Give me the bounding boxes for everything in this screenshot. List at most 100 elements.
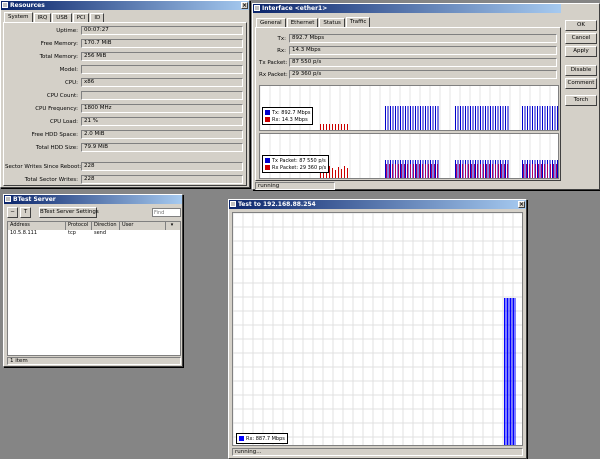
legend-item-rx: Rx: 887.7 Mbps (239, 435, 285, 442)
tx-bar (457, 106, 459, 130)
test-window[interactable]: Test to 192.168.88.254 × Rx: 887.7 Mbps … (228, 199, 527, 459)
cancel-button[interactable]: Cancel (565, 33, 597, 44)
legend-swatch (265, 117, 270, 122)
traffic-value: 892.7 Mbps (289, 34, 557, 43)
find-input[interactable] (152, 208, 181, 217)
column-protocol[interactable]: Protocol (66, 222, 92, 230)
legend-label: Tx: 892.7 Mbps (272, 109, 311, 116)
resources-title: Resources (10, 2, 45, 9)
tx-bar (529, 106, 531, 130)
traffic-row: Rx: 14.3 Mbps (259, 46, 557, 55)
tab-traffic[interactable]: Traffic (345, 17, 371, 27)
legend-swatch (265, 158, 270, 163)
column-direction[interactable]: Direction (92, 222, 120, 230)
tab-pci[interactable]: PCI (72, 13, 90, 22)
apply-button[interactable]: Apply (565, 46, 597, 57)
rx-bar (498, 164, 499, 178)
btest-title-bar[interactable]: BTest Server (4, 195, 182, 204)
comment-button[interactable]: Comment (565, 78, 597, 89)
btest-server-window[interactable]: BTest Server − T BTest Server Settings A… (3, 194, 183, 367)
rx-bar (338, 124, 339, 130)
tx-bar (430, 106, 431, 130)
column-user[interactable]: User (120, 222, 166, 230)
legend-label: Tx Packet: 87 550 p/s (272, 157, 326, 164)
tx-bar (524, 160, 526, 178)
torch-button[interactable]: Torch (565, 95, 597, 106)
test-title-bar[interactable]: Test to 192.168.88.254 × (229, 200, 526, 209)
tx-bar (402, 160, 404, 178)
disable-button[interactable]: Disable (565, 65, 597, 76)
resource-label: CPU Count: (46, 92, 78, 99)
window-icon (2, 2, 8, 8)
tx-bar (412, 106, 414, 130)
interface-window[interactable]: Interface <ether1> General Ethernet Stat… (252, 3, 600, 190)
traffic-graph-bits: Tx: 892.7 Mbps Rx: 14.3 Mbps (259, 85, 559, 131)
tx-bar (532, 106, 533, 130)
tab-general[interactable]: General (256, 18, 286, 27)
legend-item-rx-packet: Rx Packet: 29 360 p/s (265, 164, 326, 171)
resource-label: Free Memory: (40, 40, 78, 47)
tab-id[interactable]: ID (90, 13, 105, 22)
btest-title: BTest Server (13, 196, 56, 203)
rx-bar (347, 168, 348, 178)
rx-bar (471, 164, 472, 178)
filter-icon[interactable]: T (20, 207, 31, 218)
column-address[interactable]: Address (8, 222, 66, 230)
tx-bar (435, 106, 436, 130)
rx-bar (404, 164, 405, 178)
tx-bar (467, 106, 469, 130)
remove-button[interactable]: − (7, 207, 18, 218)
resource-label: Total Sector Writes: (24, 176, 78, 183)
tx-bar (472, 106, 474, 130)
tab-ethernet[interactable]: Ethernet (286, 18, 319, 27)
rx-bar (395, 164, 396, 178)
tx-bar (417, 160, 419, 178)
column-menu-icon[interactable]: ▾ (166, 222, 178, 230)
table-row[interactable]: 10.5.8.111 tcp send (8, 230, 180, 237)
rx-bar (347, 124, 348, 130)
tx-bar (485, 160, 486, 178)
resource-row: Total Sector Writes: 228 (5, 175, 243, 184)
rx-bar (495, 164, 496, 178)
interface-title-bar[interactable]: Interface <ether1> (253, 4, 561, 13)
resource-value: 228 (81, 175, 243, 184)
tx-bar (500, 106, 501, 130)
tx-bar (432, 106, 434, 130)
rx-bar (474, 164, 475, 178)
rx-bar (556, 164, 557, 178)
tx-bar (435, 160, 436, 178)
resources-window[interactable]: Resources × System IRQ USB PCI ID Uptime… (0, 0, 250, 188)
tx-bar (492, 106, 494, 130)
tx-bar (455, 160, 456, 178)
legend-swatch (265, 165, 270, 170)
rx-bar (468, 164, 469, 178)
tx-bar (427, 106, 429, 130)
resource-value (81, 91, 243, 100)
legend-label: Rx: 887.7 Mbps (246, 435, 285, 442)
close-icon[interactable]: × (518, 201, 525, 208)
tx-bar (549, 106, 551, 130)
resource-row: Sector Writes Since Reboot: 228 (5, 162, 243, 171)
resource-value: x86 (81, 78, 243, 87)
resources-title-bar[interactable]: Resources × (1, 1, 249, 10)
tx-bar (552, 160, 553, 178)
tx-bar (470, 106, 471, 130)
row-address: 10.5.8.111 (10, 230, 38, 236)
window-icon (254, 5, 260, 11)
ok-button[interactable]: OK (565, 20, 597, 31)
btest-settings-button[interactable]: BTest Server Settings (39, 207, 99, 218)
resource-label: Model: (59, 66, 78, 73)
resource-row: Uptime: 00:07:27 (5, 26, 243, 35)
legend-item-rx: Rx: 14.3 Mbps (265, 116, 310, 123)
rx-bar (392, 164, 393, 178)
tx-bar (402, 106, 404, 130)
rx-bar (341, 124, 342, 130)
rx-bar (456, 164, 457, 178)
tab-irq[interactable]: IRQ (33, 13, 52, 22)
tx-bar (477, 106, 479, 130)
tab-system[interactable]: System (4, 12, 33, 22)
close-icon[interactable]: × (241, 2, 248, 9)
tab-usb[interactable]: USB (52, 13, 72, 22)
tab-status[interactable]: Status (319, 18, 345, 27)
rx-bar (419, 164, 420, 178)
